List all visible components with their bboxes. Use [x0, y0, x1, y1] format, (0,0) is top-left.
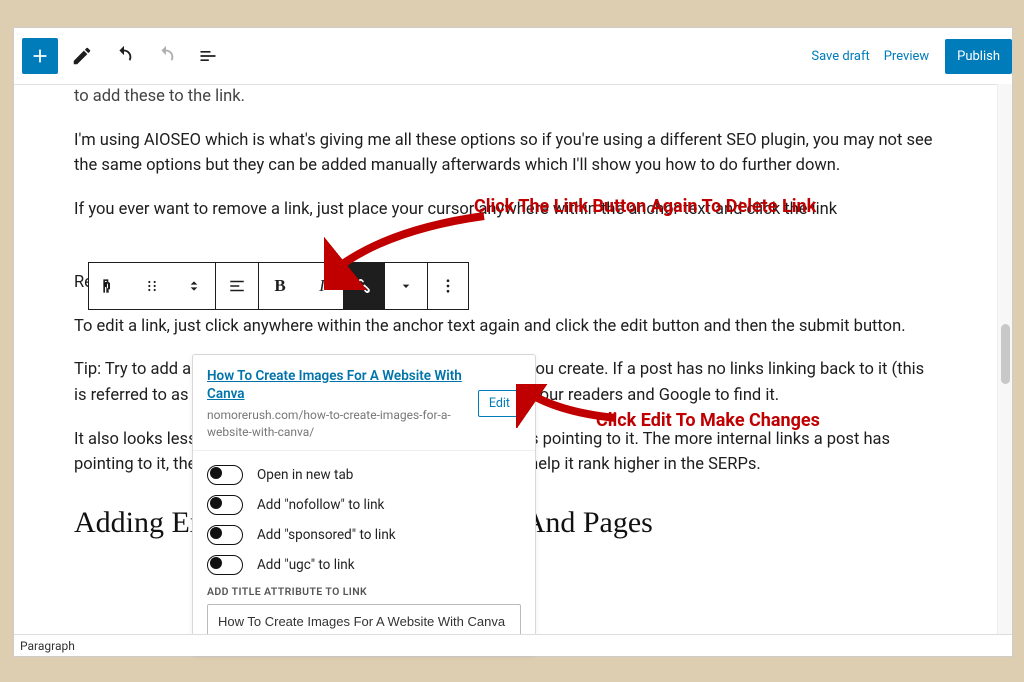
align-icon: [228, 277, 246, 295]
preview-button[interactable]: Preview: [884, 49, 929, 64]
redo-button[interactable]: [148, 38, 184, 74]
plus-icon: [29, 45, 51, 67]
tools-button[interactable]: [64, 38, 100, 74]
link-button[interactable]: [343, 263, 385, 309]
more-rich-text-button[interactable]: [385, 263, 427, 309]
editor-window: Save draft Preview Publish to add these …: [13, 27, 1013, 657]
drag-icon: [144, 278, 160, 294]
link-edit-popover: How To Create Images For A Website With …: [192, 354, 536, 654]
paragraph[interactable]: To edit a link, just click anywhere with…: [74, 314, 938, 340]
outline-icon: [198, 46, 218, 66]
edit-link-button[interactable]: Edit: [478, 390, 521, 417]
link-target-url: nomorerush.com/how-to-create-images-for-…: [207, 407, 468, 439]
chevron-down-icon: [398, 278, 414, 294]
topbar-left: [22, 38, 226, 74]
block-toolbar: ¶ B I: [88, 262, 469, 310]
editor-topbar: Save draft Preview Publish: [14, 28, 1012, 85]
chevrons-icon: [186, 278, 202, 294]
pencil-icon: [71, 45, 93, 67]
publish-button[interactable]: Publish: [945, 39, 1012, 74]
scrollbar-thumb[interactable]: [1001, 324, 1010, 384]
toggle-nofollow[interactable]: [207, 495, 243, 515]
redo-icon: [155, 45, 177, 67]
svg-text:¶: ¶: [103, 279, 109, 294]
scrollbar-track[interactable]: [997, 84, 1012, 634]
paragraph[interactable]: I'm using AIOSEO which is what's giving …: [74, 128, 938, 179]
paragraph-icon: ¶: [100, 276, 120, 296]
toggle-label: Add "nofollow" to link: [257, 497, 384, 513]
undo-icon: [113, 45, 135, 67]
link-target-title[interactable]: How To Create Images For A Website With …: [207, 367, 468, 403]
toggle-label: Add "ugc" to link: [257, 557, 355, 573]
block-breadcrumb[interactable]: Paragraph: [20, 639, 75, 653]
block-type-button[interactable]: ¶: [89, 263, 131, 309]
undo-button[interactable]: [106, 38, 142, 74]
editor-footer: Paragraph: [14, 634, 1012, 656]
link-icon: [354, 276, 374, 296]
save-draft-button[interactable]: Save draft: [811, 49, 869, 64]
toggle-sponsored[interactable]: [207, 525, 243, 545]
paragraph[interactable]: If you ever want to remove a link, just …: [74, 197, 938, 223]
add-block-button[interactable]: [22, 38, 58, 74]
title-attribute-label: ADD TITLE ATTRIBUTE TO LINK: [207, 585, 521, 598]
bold-button[interactable]: B: [259, 263, 301, 309]
topbar-right: Save draft Preview Publish: [811, 39, 1004, 74]
drag-handle[interactable]: [131, 263, 173, 309]
document-outline-button[interactable]: [190, 38, 226, 74]
more-options-button[interactable]: [428, 263, 468, 309]
toggle-label: Add "sponsored" to link: [257, 527, 396, 543]
toggle-label: Open in new tab: [257, 467, 353, 483]
toggle-open-new-tab[interactable]: [207, 465, 243, 485]
italic-button[interactable]: I: [301, 263, 343, 309]
align-button[interactable]: [216, 263, 258, 309]
kebab-icon: [439, 277, 457, 295]
toggle-ugc[interactable]: [207, 555, 243, 575]
paragraph[interactable]: to add these to the link.: [74, 84, 938, 110]
move-up-down[interactable]: [173, 263, 215, 309]
